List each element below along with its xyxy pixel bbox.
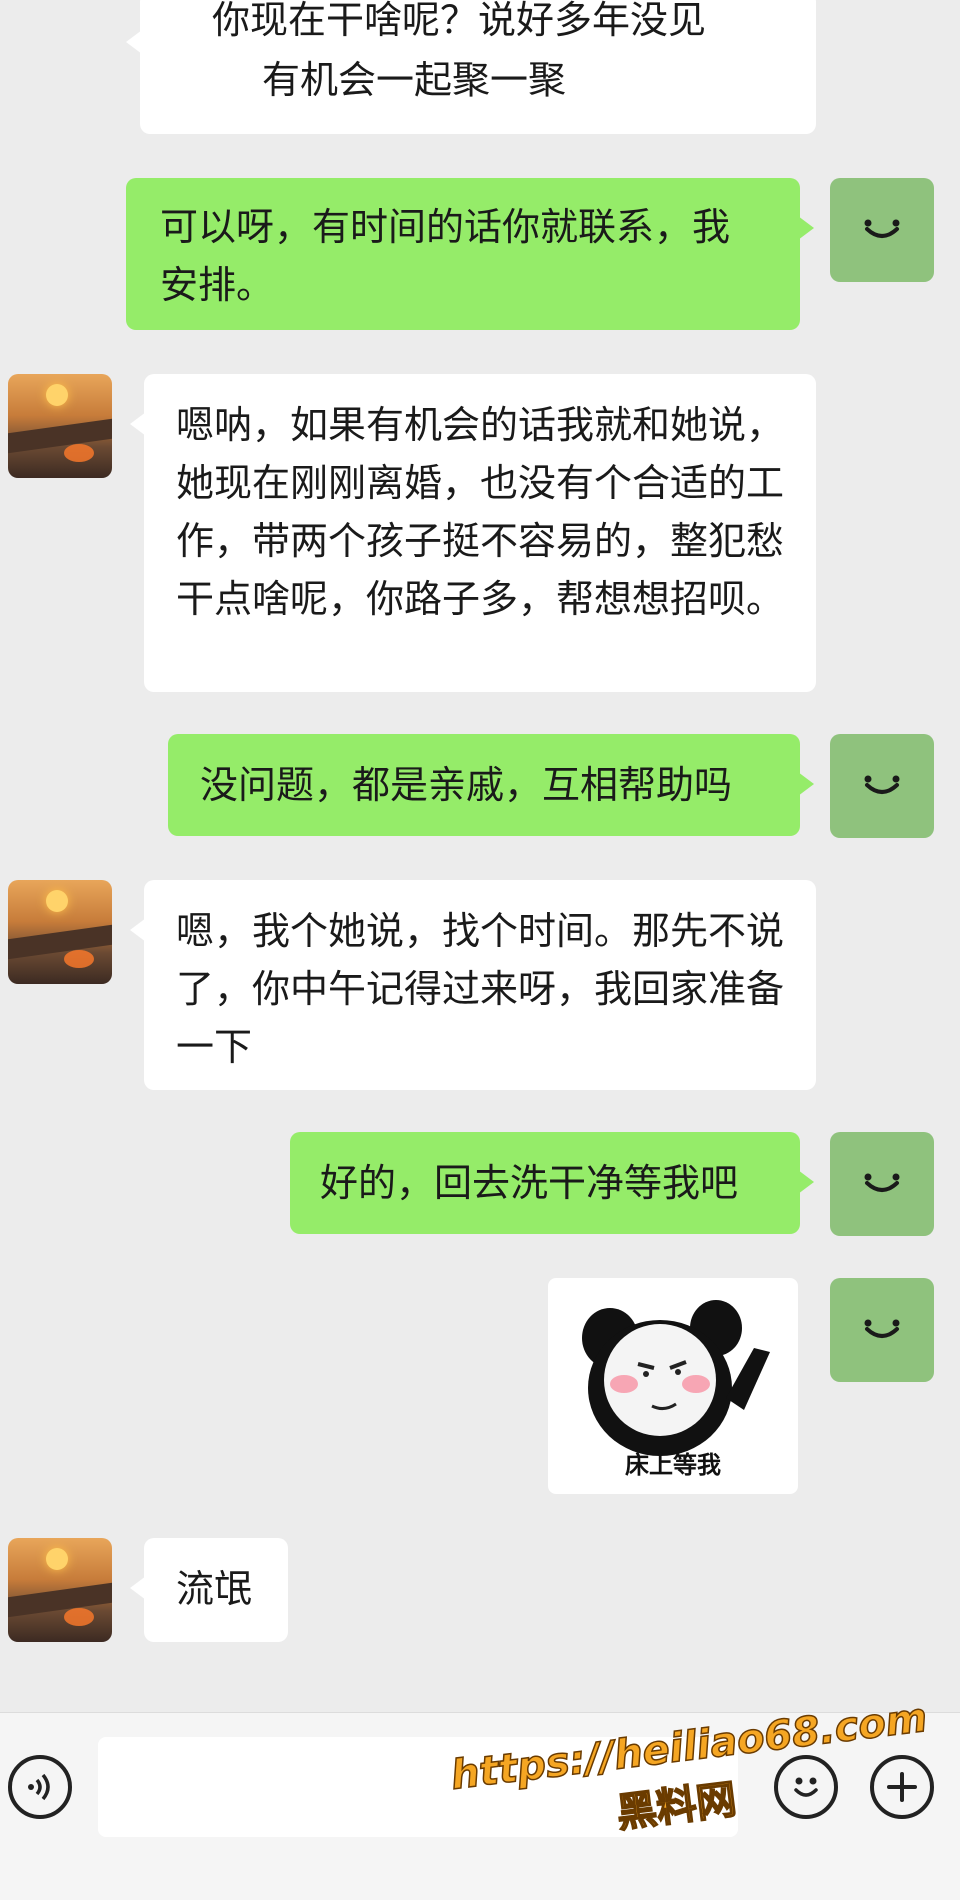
sticker-message[interactable]: 床上等我 [548, 1278, 798, 1494]
self-avatar[interactable] [830, 734, 934, 838]
avatar-sun [46, 384, 68, 406]
avatar-ridge [8, 924, 112, 960]
message-bubble[interactable]: 没问题，都是亲戚，互相帮助吗 [168, 734, 814, 836]
message-bubble[interactable]: 嗯，我个她说，找个时间。那先不说了，你中午记得过来呀，我回家准备一下 [130, 880, 816, 1090]
avatar-ridge [8, 1582, 112, 1618]
contact-avatar[interactable] [8, 1538, 112, 1642]
message-text: 嗯呐，如果有机会的话我就和她说，她现在刚刚离婚，也没有个合适的工作，带两个孩子挺… [176, 403, 785, 621]
message-line: 有机会一起聚一聚 [262, 58, 567, 102]
smiley-icon [864, 1319, 900, 1338]
smiley-icon [864, 219, 900, 238]
smiley-icon [864, 775, 900, 794]
message-bubble[interactable]: 你现在干啥呢？说好多年没见 有机会一起聚一聚 [126, 0, 816, 134]
message-bubble[interactable]: 流氓 [130, 1538, 288, 1642]
avatar-glow [64, 444, 94, 462]
avatar-sun [46, 890, 68, 912]
smiley-icon [864, 1173, 900, 1192]
chat-area[interactable]: 你现在干啥呢？说好多年没见 有机会一起聚一聚 可以呀，有时间的话你就联系，我安排… [0, 0, 960, 1712]
avatar-glow [64, 1608, 94, 1626]
message-text: 没问题，都是亲戚，互相帮助吗 [200, 763, 733, 807]
message-bubble[interactable]: 好的，回去洗干净等我吧 [290, 1132, 814, 1234]
message-bubble[interactable]: 可以呀，有时间的话你就联系，我安排。 [126, 178, 814, 330]
message-text: 好的，回去洗干净等我吧 [320, 1161, 739, 1205]
contact-avatar[interactable] [8, 374, 112, 478]
voice-icon [28, 1773, 50, 1801]
avatar-ridge [8, 418, 112, 454]
panda-sticker-image [582, 1300, 770, 1456]
avatar-glow [64, 950, 94, 968]
message-line: 你现在干啥呢？说好多年没见 [212, 0, 707, 42]
message-text: 嗯，我个她说，找个时间。那先不说了，你中午记得过来呀，我回家准备一下 [176, 909, 785, 1069]
self-avatar[interactable] [830, 178, 934, 282]
message-bubble[interactable]: 嗯呐，如果有机会的话我就和她说，她现在刚刚离婚，也没有个合适的工作，带两个孩子挺… [130, 374, 816, 692]
self-avatar[interactable] [830, 1278, 934, 1382]
message-text: 流氓 [176, 1567, 253, 1611]
self-avatar[interactable] [830, 1132, 934, 1236]
avatar-sun [46, 1548, 68, 1570]
voice-button[interactable] [8, 1755, 72, 1819]
contact-avatar[interactable] [8, 880, 112, 984]
message-text: 可以呀，有时间的话你就联系，我安排。 [160, 205, 731, 307]
sticker-caption: 床上等我 [625, 1451, 721, 1479]
